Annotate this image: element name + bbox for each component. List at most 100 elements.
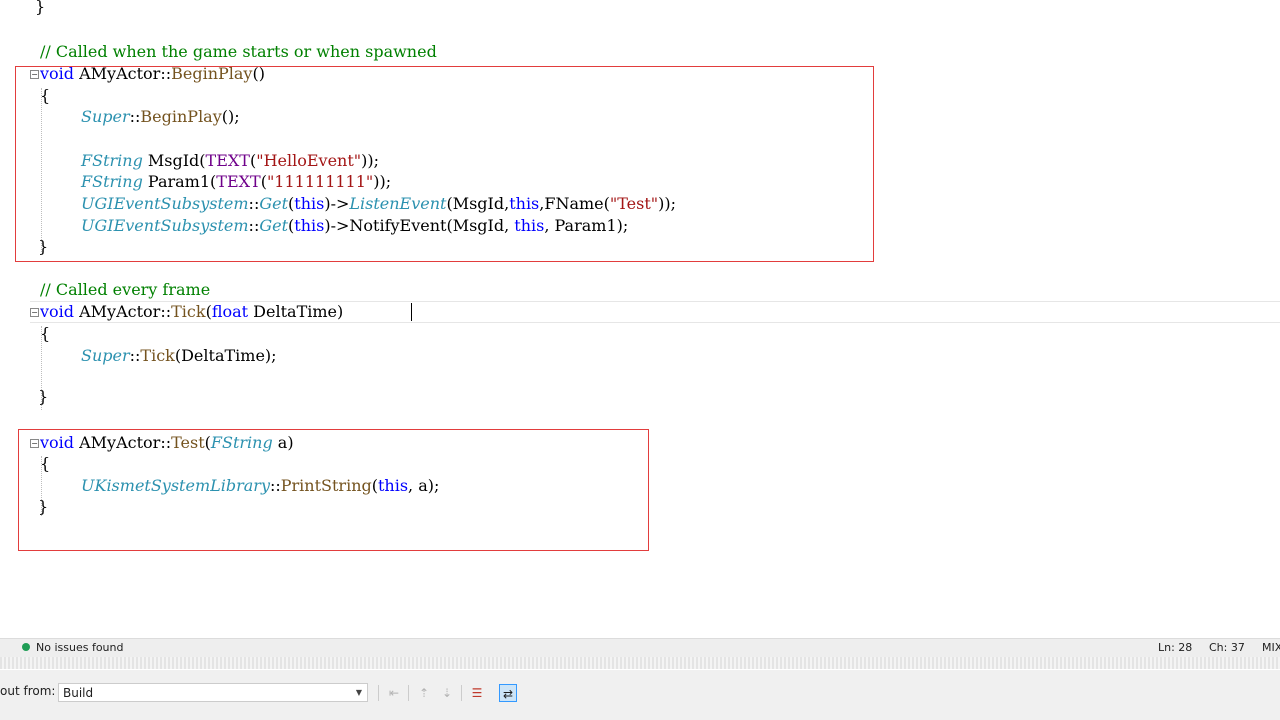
code-token: (); [221, 107, 240, 126]
code-line: void AMyActor::Tick(float DeltaTime) [40, 301, 343, 323]
code-token: "111111111" [266, 172, 374, 191]
code-token: DeltaTime) [248, 302, 344, 321]
code-token: { [40, 86, 51, 105]
code-token: // Called every frame [40, 280, 211, 299]
output-source-value: Build [63, 686, 94, 700]
previous-message-icon[interactable]: ⇡ [415, 684, 433, 702]
code-token: UGIEventSubsystem [81, 194, 249, 213]
code-token: , a); [408, 476, 440, 495]
code-token: )-> [324, 194, 350, 213]
code-token: Tick [140, 346, 175, 365]
code-token: float [211, 302, 249, 321]
code-line: } [38, 386, 48, 408]
code-token: :: [269, 476, 281, 495]
code-token: )); [658, 194, 677, 213]
code-token: Get [259, 216, 289, 235]
code-token: } [38, 237, 49, 256]
output-toolbar: out from: Build ▼ ⇤ ⇡ ⇣ ☰ ⇄ [0, 670, 1280, 720]
code-token: void [40, 64, 75, 83]
code-token: BeginPlay [171, 64, 253, 83]
code-token: FString [81, 151, 143, 170]
code-token: , Param1); [544, 216, 629, 235]
code-line: // Called when the game starts or when s… [40, 41, 437, 63]
code-line: UGIEventSubsystem::Get(this)->ListenEven… [81, 193, 676, 215]
code-token: { [40, 454, 51, 473]
fold-toggle-beginplay[interactable]: − [30, 70, 39, 79]
clear-all-icon[interactable]: ☰ [468, 684, 486, 702]
code-token: :: [129, 346, 141, 365]
code-token: void [40, 433, 75, 452]
code-token: AMyActor:: [74, 433, 172, 452]
column-number[interactable]: Ch: 37 [1209, 640, 1245, 656]
code-token: BeginPlay [140, 107, 222, 126]
code-token: :: [129, 107, 141, 126]
issues-status[interactable]: No issues found [36, 640, 123, 656]
code-token: AMyActor:: [74, 302, 172, 321]
find-message-icon[interactable]: ⇤ [385, 684, 403, 702]
code-line: } [35, 0, 45, 18]
word-wrap-icon[interactable]: ⇄ [499, 684, 517, 702]
code-token: Super [81, 107, 130, 126]
code-token: this [509, 194, 540, 213]
code-token: Param1( [142, 172, 217, 191]
code-token: UGIEventSubsystem [81, 216, 249, 235]
code-token: Test [171, 433, 205, 452]
code-token: PrintString [280, 476, 372, 495]
code-token: ,FName( [539, 194, 610, 213]
code-line: void AMyActor::BeginPlay() [40, 63, 265, 85]
code-token: UKismetSystemLibrary [81, 476, 270, 495]
panel-splitter[interactable] [0, 657, 1280, 669]
text-caret [411, 303, 412, 321]
line-number[interactable]: Ln: 28 [1158, 640, 1192, 656]
code-token: } [35, 0, 46, 16]
code-token: Super [81, 346, 130, 365]
code-line: { [40, 85, 50, 107]
code-line: void AMyActor::Test(FString a) [40, 432, 294, 454]
code-token: FString [210, 433, 273, 452]
code-token: this [514, 216, 545, 235]
code-token: this [294, 216, 325, 235]
code-token: void [40, 302, 75, 321]
fold-toggle-test[interactable]: − [30, 439, 39, 448]
code-token: TEXT [216, 172, 261, 191]
output-source-label: out from: [0, 684, 56, 698]
code-token: } [38, 497, 49, 516]
code-editor[interactable]: − − − } // Called when the game starts o… [0, 0, 1280, 638]
toolbar-separator [378, 685, 379, 701]
code-token: this [377, 476, 409, 495]
code-token: )->NotifyEvent(MsgId, [324, 216, 515, 235]
line-ending-mode[interactable]: MIX [1262, 640, 1280, 656]
code-token: "HelloEvent" [256, 151, 362, 170]
code-token: TEXT [205, 151, 250, 170]
code-line: { [40, 323, 50, 345]
fold-toggle-tick[interactable]: − [30, 308, 39, 317]
editor-status-bar: No issues found Ln: 28 Ch: 37 MIX [0, 638, 1280, 657]
code-token: // Called when the game starts or when s… [40, 42, 437, 61]
code-token: )); [373, 172, 392, 191]
output-source-dropdown[interactable]: Build ▼ [58, 683, 368, 702]
code-line: UGIEventSubsystem::Get(this)->NotifyEven… [81, 215, 628, 237]
code-line: // Called every frame [40, 279, 210, 301]
code-line: { [40, 453, 50, 475]
code-line: } [38, 496, 48, 518]
code-token: Get [259, 194, 289, 213]
chevron-down-icon: ▼ [355, 688, 362, 697]
code-line: Super::Tick(DeltaTime); [81, 345, 277, 367]
code-token: ListenEvent [349, 194, 447, 213]
code-token: { [40, 324, 51, 343]
code-token: (DeltaTime); [174, 346, 277, 365]
code-line: UKismetSystemLibrary::PrintString(this, … [81, 475, 439, 497]
code-token: FString [81, 172, 143, 191]
code-token: this [294, 194, 325, 213]
code-line: } [38, 236, 48, 258]
code-token: "Test" [609, 194, 659, 213]
code-token: Tick [171, 302, 206, 321]
toolbar-separator [408, 685, 409, 701]
code-token: a) [272, 433, 294, 452]
code-token: MsgId( [142, 151, 206, 170]
code-token: (MsgId, [446, 194, 510, 213]
code-line: FString Param1(TEXT("111111111")); [81, 171, 391, 193]
code-token: } [38, 387, 49, 406]
next-message-icon[interactable]: ⇣ [438, 684, 456, 702]
code-token: )); [361, 151, 380, 170]
